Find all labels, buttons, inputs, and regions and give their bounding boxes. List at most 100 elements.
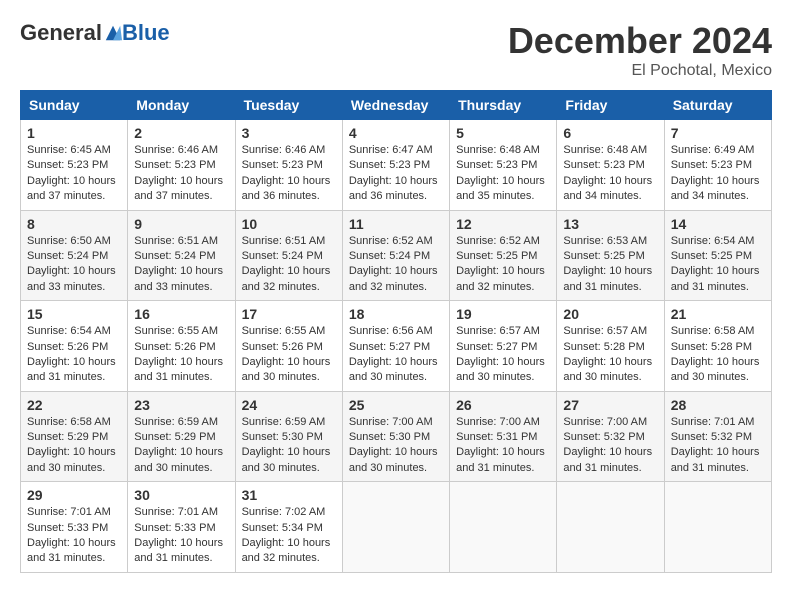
month-title: December 2024 (508, 20, 772, 62)
daylight-label: Daylight: 10 hours and 36 minutes. (349, 175, 438, 202)
sunset-label: Sunset: 5:25 PM (671, 250, 752, 262)
sunrise-label: Sunrise: 6:56 AM (349, 325, 433, 337)
day-number: 18 (349, 306, 443, 322)
sunset-label: Sunset: 5:23 PM (671, 159, 752, 171)
daylight-label: Daylight: 10 hours and 31 minutes. (563, 446, 652, 473)
daylight-label: Daylight: 10 hours and 31 minutes. (27, 356, 116, 383)
calendar-cell: 23 Sunrise: 6:59 AM Sunset: 5:29 PM Dayl… (128, 391, 235, 482)
sunrise-label: Sunrise: 6:59 AM (134, 416, 218, 428)
day-number: 30 (134, 487, 228, 503)
logo-general-text: General (20, 20, 102, 46)
day-number: 13 (563, 216, 657, 232)
sunrise-label: Sunrise: 7:00 AM (456, 416, 540, 428)
day-number: 6 (563, 125, 657, 141)
day-info: Sunrise: 6:47 AM Sunset: 5:23 PM Dayligh… (349, 143, 443, 205)
sunset-label: Sunset: 5:24 PM (242, 250, 323, 262)
day-number: 12 (456, 216, 550, 232)
sunset-label: Sunset: 5:24 PM (134, 250, 215, 262)
sunrise-label: Sunrise: 6:58 AM (671, 325, 755, 337)
daylight-label: Daylight: 10 hours and 30 minutes. (349, 446, 438, 473)
daylight-label: Daylight: 10 hours and 31 minutes. (134, 537, 223, 564)
daylight-label: Daylight: 10 hours and 31 minutes. (671, 446, 760, 473)
sunset-label: Sunset: 5:34 PM (242, 522, 323, 534)
sunset-label: Sunset: 5:23 PM (563, 159, 644, 171)
calendar-cell: 11 Sunrise: 6:52 AM Sunset: 5:24 PM Dayl… (342, 210, 449, 301)
sunset-label: Sunset: 5:28 PM (671, 341, 752, 353)
sunrise-label: Sunrise: 6:51 AM (242, 235, 326, 247)
day-info: Sunrise: 6:57 AM Sunset: 5:28 PM Dayligh… (563, 324, 657, 386)
day-number: 24 (242, 397, 336, 413)
day-number: 28 (671, 397, 765, 413)
day-info: Sunrise: 6:58 AM Sunset: 5:29 PM Dayligh… (27, 415, 121, 477)
calendar-cell: 30 Sunrise: 7:01 AM Sunset: 5:33 PM Dayl… (128, 482, 235, 573)
sunrise-label: Sunrise: 6:54 AM (27, 325, 111, 337)
day-info: Sunrise: 6:53 AM Sunset: 5:25 PM Dayligh… (563, 234, 657, 296)
daylight-label: Daylight: 10 hours and 36 minutes. (242, 175, 331, 202)
sunset-label: Sunset: 5:33 PM (134, 522, 215, 534)
daylight-label: Daylight: 10 hours and 31 minutes. (27, 537, 116, 564)
calendar-cell: 26 Sunrise: 7:00 AM Sunset: 5:31 PM Dayl… (450, 391, 557, 482)
daylight-label: Daylight: 10 hours and 30 minutes. (242, 356, 331, 383)
sunrise-label: Sunrise: 6:50 AM (27, 235, 111, 247)
sunrise-label: Sunrise: 6:53 AM (563, 235, 647, 247)
day-number: 5 (456, 125, 550, 141)
day-info: Sunrise: 6:59 AM Sunset: 5:29 PM Dayligh… (134, 415, 228, 477)
day-info: Sunrise: 7:01 AM Sunset: 5:33 PM Dayligh… (27, 505, 121, 567)
calendar-cell: 31 Sunrise: 7:02 AM Sunset: 5:34 PM Dayl… (235, 482, 342, 573)
sunrise-label: Sunrise: 6:58 AM (27, 416, 111, 428)
sunset-label: Sunset: 5:23 PM (456, 159, 537, 171)
day-info: Sunrise: 6:46 AM Sunset: 5:23 PM Dayligh… (242, 143, 336, 205)
sunset-label: Sunset: 5:29 PM (134, 431, 215, 443)
sunrise-label: Sunrise: 6:47 AM (349, 144, 433, 156)
sunset-label: Sunset: 5:23 PM (242, 159, 323, 171)
day-number: 7 (671, 125, 765, 141)
calendar-cell (664, 482, 771, 573)
sunset-label: Sunset: 5:26 PM (134, 341, 215, 353)
calendar-header-tuesday: Tuesday (235, 91, 342, 120)
calendar-header-thursday: Thursday (450, 91, 557, 120)
page-header: General Blue December 2024 El Pochotal, … (20, 20, 772, 80)
calendar-cell: 4 Sunrise: 6:47 AM Sunset: 5:23 PM Dayli… (342, 120, 449, 211)
day-info: Sunrise: 6:52 AM Sunset: 5:24 PM Dayligh… (349, 234, 443, 296)
location-title: El Pochotal, Mexico (508, 62, 772, 80)
day-number: 22 (27, 397, 121, 413)
sunset-label: Sunset: 5:30 PM (242, 431, 323, 443)
calendar-header-friday: Friday (557, 91, 664, 120)
daylight-label: Daylight: 10 hours and 33 minutes. (134, 265, 223, 292)
calendar-cell: 16 Sunrise: 6:55 AM Sunset: 5:26 PM Dayl… (128, 301, 235, 392)
daylight-label: Daylight: 10 hours and 30 minutes. (456, 356, 545, 383)
daylight-label: Daylight: 10 hours and 30 minutes. (563, 356, 652, 383)
day-number: 19 (456, 306, 550, 322)
daylight-label: Daylight: 10 hours and 31 minutes. (134, 356, 223, 383)
calendar-cell: 3 Sunrise: 6:46 AM Sunset: 5:23 PM Dayli… (235, 120, 342, 211)
sunrise-label: Sunrise: 6:45 AM (27, 144, 111, 156)
calendar-header-sunday: Sunday (21, 91, 128, 120)
calendar-week-3: 15 Sunrise: 6:54 AM Sunset: 5:26 PM Dayl… (21, 301, 772, 392)
day-info: Sunrise: 6:51 AM Sunset: 5:24 PM Dayligh… (134, 234, 228, 296)
calendar-cell: 13 Sunrise: 6:53 AM Sunset: 5:25 PM Dayl… (557, 210, 664, 301)
calendar-week-4: 22 Sunrise: 6:58 AM Sunset: 5:29 PM Dayl… (21, 391, 772, 482)
title-block: December 2024 El Pochotal, Mexico (508, 20, 772, 80)
day-info: Sunrise: 7:01 AM Sunset: 5:32 PM Dayligh… (671, 415, 765, 477)
calendar-cell (450, 482, 557, 573)
day-number: 9 (134, 216, 228, 232)
sunrise-label: Sunrise: 6:59 AM (242, 416, 326, 428)
daylight-label: Daylight: 10 hours and 34 minutes. (563, 175, 652, 202)
day-info: Sunrise: 6:55 AM Sunset: 5:26 PM Dayligh… (242, 324, 336, 386)
sunset-label: Sunset: 5:28 PM (563, 341, 644, 353)
calendar-cell: 27 Sunrise: 7:00 AM Sunset: 5:32 PM Dayl… (557, 391, 664, 482)
calendar-cell: 24 Sunrise: 6:59 AM Sunset: 5:30 PM Dayl… (235, 391, 342, 482)
calendar-cell: 25 Sunrise: 7:00 AM Sunset: 5:30 PM Dayl… (342, 391, 449, 482)
sunrise-label: Sunrise: 7:00 AM (563, 416, 647, 428)
day-info: Sunrise: 6:52 AM Sunset: 5:25 PM Dayligh… (456, 234, 550, 296)
calendar-cell: 8 Sunrise: 6:50 AM Sunset: 5:24 PM Dayli… (21, 210, 128, 301)
sunset-label: Sunset: 5:26 PM (242, 341, 323, 353)
day-number: 27 (563, 397, 657, 413)
day-info: Sunrise: 6:56 AM Sunset: 5:27 PM Dayligh… (349, 324, 443, 386)
daylight-label: Daylight: 10 hours and 30 minutes. (242, 446, 331, 473)
day-info: Sunrise: 7:00 AM Sunset: 5:31 PM Dayligh… (456, 415, 550, 477)
sunrise-label: Sunrise: 6:57 AM (563, 325, 647, 337)
calendar-cell: 6 Sunrise: 6:48 AM Sunset: 5:23 PM Dayli… (557, 120, 664, 211)
day-info: Sunrise: 7:00 AM Sunset: 5:32 PM Dayligh… (563, 415, 657, 477)
calendar-cell: 29 Sunrise: 7:01 AM Sunset: 5:33 PM Dayl… (21, 482, 128, 573)
